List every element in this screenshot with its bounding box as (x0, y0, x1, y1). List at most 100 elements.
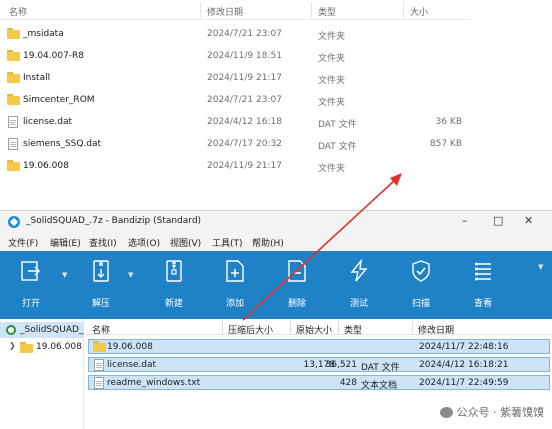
folder-icon (93, 341, 106, 352)
row-date: 2024/7/17 20:32 (207, 139, 282, 149)
explorer-row[interactable]: 19.06.008 2024/11/9 21:17 文件夹 (0, 156, 470, 178)
row-size: 857 KB (429, 139, 462, 149)
file-icon (7, 138, 20, 150)
open-dropdown-icon[interactable]: ▼ (62, 271, 67, 279)
row-type: 文件夹 (318, 98, 346, 108)
add-label: 添加 (225, 299, 244, 309)
scan-icon (412, 260, 430, 282)
title-bar[interactable]: _SolidSQUAD_.7z - Bandizip (Standard) – … (0, 211, 552, 233)
menu-find[interactable]: 查找(I) (89, 236, 117, 249)
toolbar-more-icon[interactable]: ▼ (538, 263, 543, 271)
row-name: 19.04.007-R8 (23, 51, 85, 61)
test-label: 测试 (349, 299, 368, 309)
menu-bar: 文件(F) 编辑(E) 查找(I) 选项(O) 视图(V) 工具(T) 帮助(H… (0, 233, 552, 251)
watermark-text: 公众号 · 紫薯馍馍 (456, 406, 545, 419)
test-icon (350, 259, 368, 282)
table-row[interactable]: readme_windows.txt 428 文本文档 2024/11/7 22… (88, 375, 550, 391)
cell-type: 文本文档 (361, 381, 398, 391)
chevron-right-icon[interactable]: ❯ (9, 341, 16, 350)
row-name: license.dat (23, 117, 73, 127)
menu-view[interactable]: 视图(V) (170, 236, 201, 249)
extract-dropdown-icon[interactable]: ▼ (128, 271, 133, 279)
row-name: siemens_SSQ.dat (23, 139, 102, 149)
explorer-file-list: 名称 修改日期 类型 大小 _msidata 2024/7/21 23:07 文… (0, 0, 552, 210)
row-name: Install (23, 73, 51, 83)
tree-root-item[interactable]: _SolidSQUAD_ (0, 322, 84, 338)
tree-item-19-06-008[interactable]: ❯ 19.06.008 (0, 340, 84, 354)
cell-name: license.dat (107, 360, 157, 370)
explorer-row[interactable]: siemens_SSQ.dat 2024/7/17 20:32 DAT 文件 8… (0, 134, 470, 156)
folder-tree: _SolidSQUAD_ ❯ 19.06.008 (0, 319, 84, 429)
column-type[interactable]: 类型 (318, 5, 336, 18)
menu-edit[interactable]: 编辑(E) (50, 236, 81, 249)
new-archive-button[interactable]: 新建 (149, 251, 199, 319)
wechat-icon (439, 406, 453, 418)
row-date: 2024/11/9 21:17 (207, 73, 282, 83)
archive-root-icon (6, 325, 16, 335)
folder-icon (7, 160, 20, 171)
close-icon[interactable]: ✕ (524, 214, 533, 227)
cell-modified: 2024/11/7 22:49:59 (419, 378, 509, 388)
delete-button[interactable]: 删除 (272, 251, 322, 319)
folder-icon (7, 94, 20, 105)
minimize-icon[interactable]: – (462, 214, 468, 227)
scan-button[interactable]: 扫描 (396, 251, 446, 319)
cell-name: 19.06.008 (107, 342, 153, 352)
table-row[interactable]: license.dat 13,178 36,521 DAT 文件 2024/4/… (88, 357, 550, 373)
column-compressed-size[interactable]: 压缩后大小 (228, 323, 273, 336)
menu-tools[interactable]: 工具(T) (212, 236, 243, 249)
column-original-size[interactable]: 原始大小 (296, 323, 332, 336)
column-date[interactable]: 修改日期 (207, 5, 243, 18)
bandizip-window: _SolidSQUAD_.7z - Bandizip (Standard) – … (0, 210, 552, 429)
column-modified[interactable]: 修改日期 (418, 323, 454, 336)
maximize-icon[interactable]: □ (493, 214, 503, 227)
menu-options[interactable]: 选项(O) (128, 236, 160, 249)
tree-child-label: 19.06.008 (36, 342, 82, 352)
column-type[interactable]: 类型 (344, 323, 362, 336)
row-date: 2024/11/9 21:17 (207, 161, 282, 171)
new-archive-icon (166, 260, 182, 282)
table-row[interactable]: 19.06.008 2024/11/7 22:48:16 (88, 339, 550, 354)
row-type: DAT 文件 (318, 142, 357, 152)
cell-modified: 2024/11/7 22:48:16 (419, 342, 509, 352)
row-size: 36 KB (435, 117, 462, 127)
menu-help[interactable]: 帮助(H) (252, 236, 284, 249)
extract-button[interactable]: 解压 (76, 251, 126, 319)
scan-label: 扫描 (411, 299, 430, 309)
folder-icon (7, 50, 20, 61)
column-size[interactable]: 大小 (410, 5, 428, 18)
explorer-row[interactable]: Simcenter_ROM 2024/7/21 23:07 文件夹 (0, 90, 470, 112)
file-icon (93, 359, 104, 371)
explorer-row[interactable]: _msidata 2024/7/21 23:07 文件夹 (0, 24, 470, 46)
row-date: 2024/7/21 23:07 (207, 29, 282, 39)
explorer-row[interactable]: Install 2024/11/9 21:17 文件夹 (0, 68, 470, 90)
row-name: Simcenter_ROM (23, 95, 95, 105)
explorer-row[interactable]: license.dat 2024/4/12 16:18 DAT 文件 36 KB (0, 112, 470, 134)
folder-icon (20, 342, 33, 353)
tree-root-label: _SolidSQUAD_ (20, 325, 84, 335)
open-button[interactable]: 打开 (6, 251, 56, 319)
bandizip-app-icon (8, 216, 20, 228)
column-name[interactable]: 名称 (9, 5, 27, 18)
explorer-column-header: 名称 修改日期 类型 大小 (0, 0, 470, 20)
view-button[interactable]: 查看 (458, 251, 508, 319)
add-button[interactable]: 添加 (210, 251, 260, 319)
column-name[interactable]: 名称 (92, 323, 110, 336)
explorer-row[interactable]: 19.04.007-R8 2024/11/9 18:51 文件夹 (0, 46, 470, 68)
cell-original: 428 (339, 378, 357, 388)
row-name: _msidata (23, 29, 64, 39)
cell-modified: 2024/4/12 16:18:21 (419, 360, 509, 370)
test-button[interactable]: 测试 (334, 251, 384, 319)
extract-icon (93, 260, 109, 282)
archive-content: _SolidSQUAD_ ❯ 19.06.008 名称 压缩后大小 原始大小 类… (0, 319, 552, 429)
file-icon (93, 377, 104, 389)
row-name: 19.06.008 (23, 161, 69, 171)
window-title: _SolidSQUAD_.7z - Bandizip (Standard) (26, 216, 202, 226)
watermark: 公众号 · 紫薯馍馍 (439, 404, 545, 420)
menu-file[interactable]: 文件(F) (8, 236, 38, 249)
open-label: 打开 (21, 299, 40, 309)
cell-original: 36,521 (325, 360, 358, 370)
row-type: 文件夹 (318, 76, 346, 86)
delete-label: 删除 (287, 299, 306, 309)
row-date: 2024/11/9 18:51 (207, 51, 282, 61)
